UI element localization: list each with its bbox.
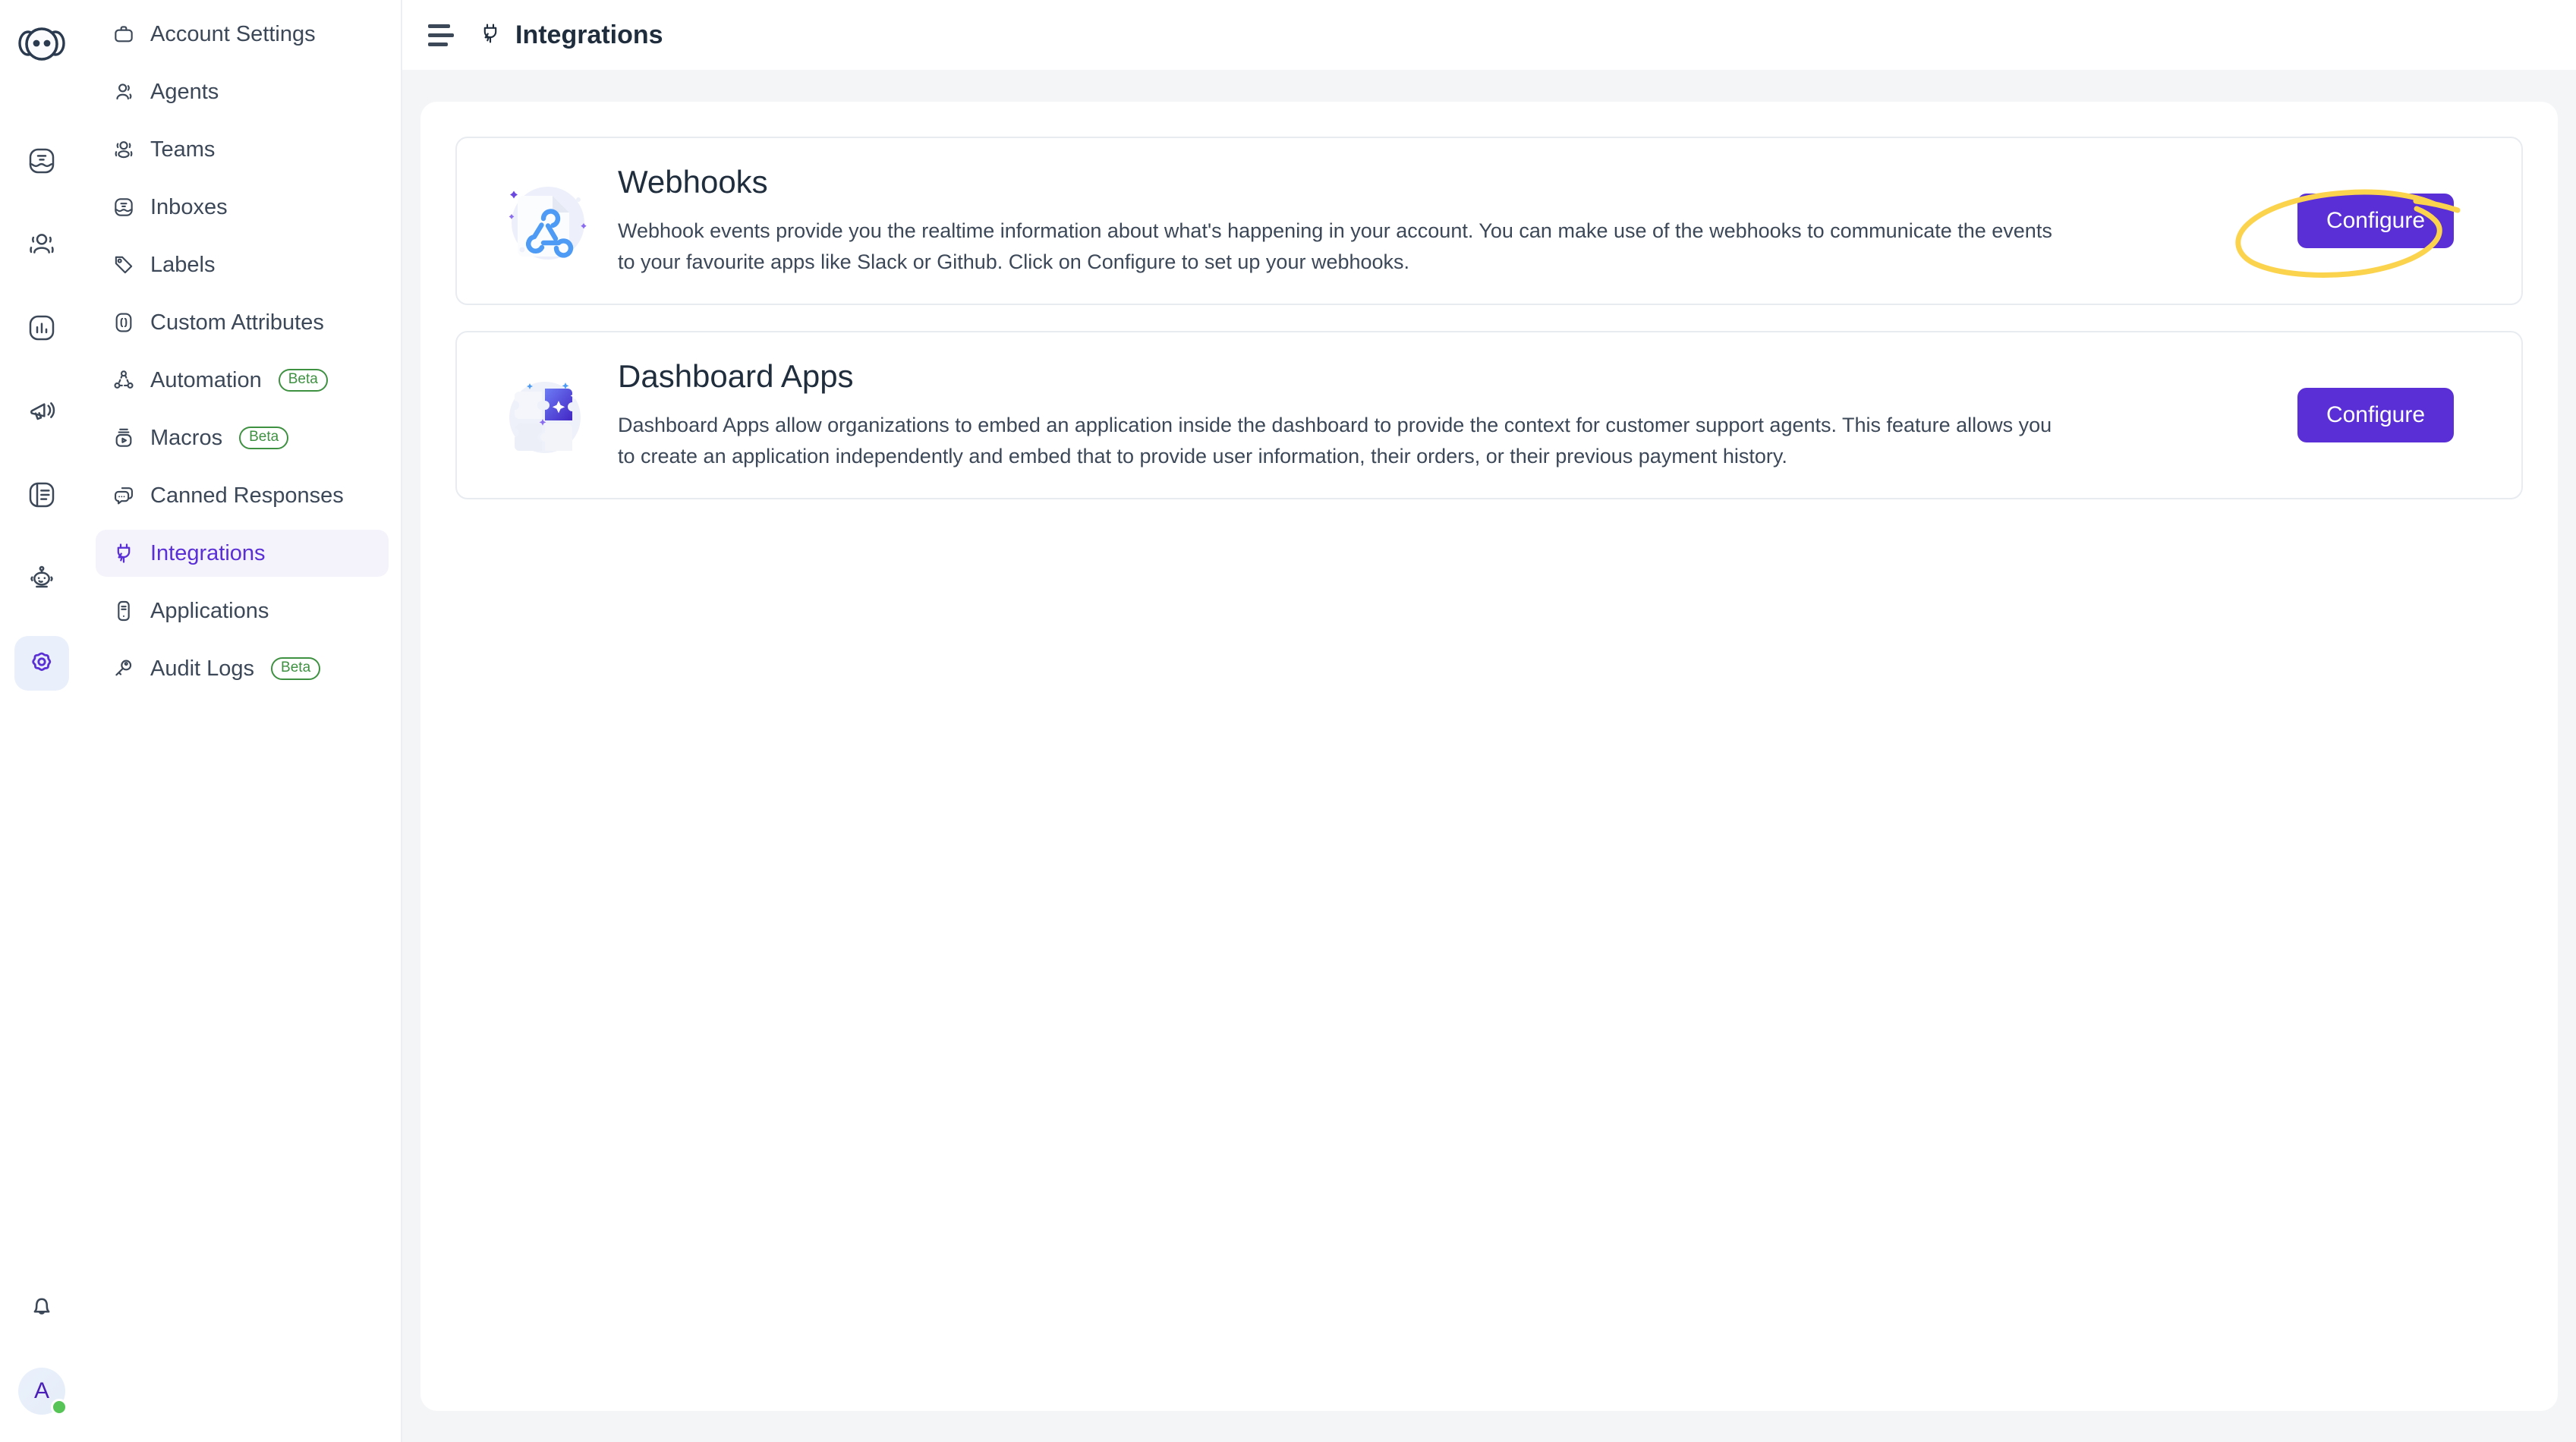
beta-badge: Beta [278, 368, 328, 392]
content-wrapper: Webhooks Webhook events provide you the … [402, 70, 2576, 1442]
sidebar-item-automation[interactable]: Automation Beta [96, 357, 389, 404]
agent-icon [111, 79, 137, 105]
configure-dashboard-apps-button[interactable]: Configure [2297, 388, 2455, 442]
gear-icon [27, 647, 57, 681]
integrations-panel: Webhooks Webhook events provide you the … [420, 102, 2558, 1411]
settings-sidebar: Account Settings Agents Teams Inboxes La… [83, 0, 402, 1442]
plug-icon [478, 21, 502, 49]
app-root: A Account Settings Agents Teams Inboxes … [0, 0, 2576, 1442]
bell-icon [27, 1291, 56, 1324]
contacts-icon [27, 229, 57, 263]
card-description: Dashboard Apps allow organizations to em… [618, 414, 2052, 468]
sidebar-item-label: Inboxes [150, 194, 228, 219]
tag-icon [111, 252, 137, 278]
chat-bubbles-icon [111, 483, 137, 508]
sidebar-item-label: Agents [150, 79, 219, 104]
page-title-group: Integrations [478, 20, 663, 50]
puzzle-pieces-icon [489, 358, 603, 472]
application-icon [111, 598, 137, 624]
sidebar-item-macros[interactable]: Macros Beta [96, 414, 389, 461]
page-header: Integrations [402, 0, 2576, 70]
macros-icon [111, 425, 137, 451]
integration-card-dashboard-apps: Dashboard Apps Dashboard Apps allow orga… [455, 331, 2523, 499]
sidebar-item-label: Audit Logs [150, 656, 255, 681]
sidebar-item-inboxes[interactable]: Inboxes [96, 184, 389, 231]
sidebar-item-label: Canned Responses [150, 483, 344, 508]
sidebar-item-canned-responses[interactable]: Canned Responses [96, 472, 389, 519]
avatar-initial: A [33, 1378, 49, 1403]
plug-icon [111, 540, 137, 566]
card-title: Dashboard Apps [618, 358, 854, 394]
sidebar-item-audit-logs[interactable]: Audit Logs Beta [96, 645, 389, 692]
sidebar-item-label: Integrations [150, 540, 266, 565]
sidebar-item-label: Macros [150, 425, 223, 450]
rail-bottom-group: A [0, 1280, 83, 1415]
bar-chart-icon [27, 313, 57, 347]
robot-icon [27, 563, 57, 597]
rail-item-settings[interactable] [14, 636, 69, 691]
primary-icon-rail: A [0, 0, 83, 1442]
book-icon [27, 480, 57, 514]
sidebar-item-label: Automation [150, 367, 262, 392]
rail-item-contacts[interactable] [14, 219, 69, 273]
page-title: Integrations [515, 20, 663, 49]
briefcase-icon [111, 21, 137, 47]
rail-nav-list [14, 135, 69, 691]
sidebar-item-labels[interactable]: Labels [96, 241, 389, 288]
rail-item-bots[interactable] [14, 553, 69, 607]
chatwoot-logo-icon[interactable] [15, 20, 68, 73]
notifications-button[interactable] [14, 1280, 69, 1334]
rail-item-campaigns[interactable] [14, 386, 69, 440]
rail-item-portal[interactable] [14, 469, 69, 524]
sidebar-item-label: Labels [150, 252, 216, 277]
inbox-icon [111, 194, 137, 220]
rail-item-reports[interactable] [14, 302, 69, 357]
card-title: Webhooks [618, 164, 768, 200]
sidebar-item-agents[interactable]: Agents [96, 68, 389, 115]
webhook-document-icon [489, 164, 603, 278]
sidebar-item-account-settings[interactable]: Account Settings [96, 11, 389, 58]
main-area: Integrations Webhooks Webhook events pro… [402, 0, 2576, 1442]
sidebar-list: Account Settings Agents Teams Inboxes La… [83, 11, 401, 692]
sidebar-item-label: Applications [150, 598, 269, 623]
hamburger-menu-icon[interactable] [425, 18, 458, 52]
sidebar-item-custom-attributes[interactable]: Custom Attributes [96, 299, 389, 346]
braces-icon [111, 310, 137, 335]
integration-card-webhooks: Webhooks Webhook events provide you the … [455, 137, 2523, 305]
beta-badge: Beta [239, 426, 289, 450]
megaphone-icon [27, 396, 57, 430]
sidebar-item-label: Account Settings [150, 21, 316, 46]
sidebar-item-integrations[interactable]: Integrations [96, 530, 389, 577]
card-action-area: Configure [2262, 194, 2489, 248]
card-action-area: Configure [2262, 388, 2489, 442]
sidebar-item-teams[interactable]: Teams [96, 126, 389, 173]
automation-icon [111, 367, 137, 393]
card-description: Webhook events provide you the realtime … [618, 219, 2052, 273]
teams-icon [111, 137, 137, 162]
sidebar-item-label: Custom Attributes [150, 310, 324, 335]
avatar[interactable]: A [18, 1368, 68, 1415]
sidebar-item-applications[interactable]: Applications [96, 587, 389, 634]
rail-item-conversations[interactable] [14, 135, 69, 190]
status-badge [51, 1399, 68, 1415]
card-content: Webhooks Webhook events provide you the … [603, 164, 2262, 278]
beta-badge: Beta [271, 656, 321, 681]
inbox-icon [27, 146, 57, 180]
configure-webhooks-button[interactable]: Configure [2297, 194, 2455, 248]
sidebar-item-label: Teams [150, 137, 216, 162]
card-content: Dashboard Apps Dashboard Apps allow orga… [603, 358, 2262, 472]
key-icon [111, 656, 137, 682]
